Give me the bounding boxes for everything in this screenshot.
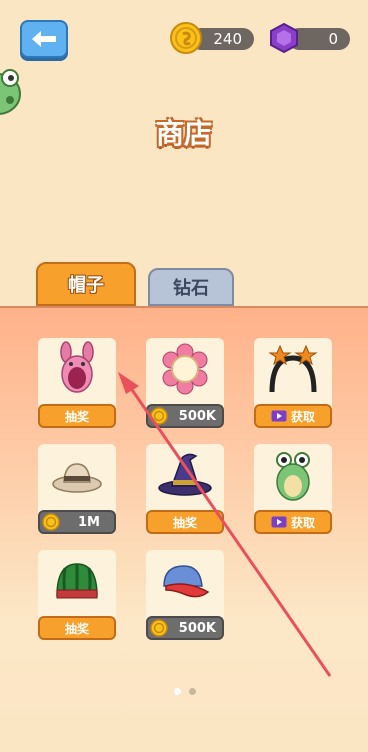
annotation-arrow [118,372,332,677]
